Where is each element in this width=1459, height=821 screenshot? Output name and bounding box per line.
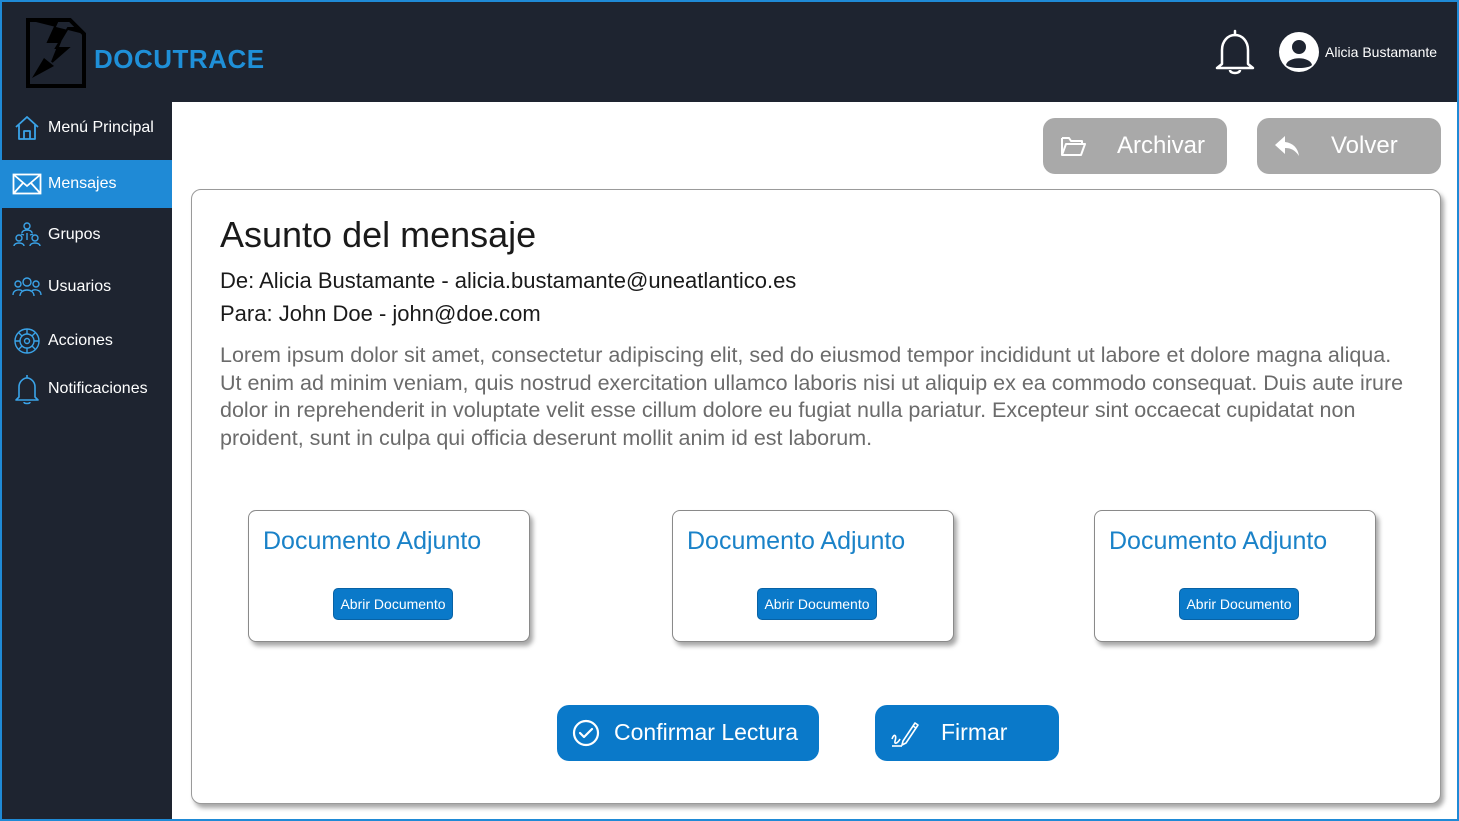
message-from: De: Alicia Bustamante - alicia.bustamant… <box>220 268 797 293</box>
attachment-card: Documento Adjunto Abrir Documento <box>672 510 954 642</box>
sidebar-item-label: Menú Principal <box>48 119 154 136</box>
signature-pen-icon <box>891 722 919 747</box>
archive-button[interactable]: Archivar <box>1043 118 1227 174</box>
docutrace-logo-icon <box>26 18 86 88</box>
sidebar-item-label: Mensajes <box>48 175 117 192</box>
bell-icon <box>12 374 42 405</box>
message-to: Para: John Doe - john@doe.com <box>220 301 541 326</box>
user-avatar-icon[interactable] <box>1278 31 1320 73</box>
sidebar: Menú Principal Mensajes Grupos Usuarios … <box>0 102 172 821</box>
actions-icon <box>12 326 42 356</box>
message-subject: Asunto del mensaje <box>220 214 537 255</box>
sidebar-item-label: Notificaciones <box>48 380 148 397</box>
users-icon <box>12 272 42 302</box>
notifications-bell-icon[interactable] <box>1214 28 1256 76</box>
attachment-card: Documento Adjunto Abrir Documento <box>1094 510 1376 642</box>
folder-open-icon <box>1061 137 1086 156</box>
home-icon <box>12 113 42 143</box>
attachment-title: Documento Adjunto <box>263 527 482 555</box>
open-document-button[interactable]: Abrir Documento <box>1179 588 1299 620</box>
sidebar-item-usuarios[interactable]: Usuarios <box>0 264 172 310</box>
sidebar-item-label: Usuarios <box>48 278 112 295</box>
back-label: Volver <box>1331 132 1398 159</box>
user-name[interactable]: Alicia Bustamante <box>1325 44 1437 60</box>
brand-name: DOCUTRACE <box>94 44 265 74</box>
sidebar-item-mensajes[interactable]: Mensajes <box>0 160 172 208</box>
sidebar-item-acciones[interactable]: Acciones <box>0 318 172 364</box>
sidebar-item-label: Acciones <box>48 332 113 349</box>
sign-label: Firmar <box>941 719 1008 745</box>
check-circle-icon <box>572 719 600 747</box>
confirm-reading-label: Confirmar Lectura <box>614 719 799 745</box>
sidebar-item-notificaciones[interactable]: Notificaciones <box>0 366 172 412</box>
sidebar-item-label: Grupos <box>48 226 101 243</box>
top-header: DOCUTRACE Alicia Bustamante <box>0 0 1459 102</box>
sign-button[interactable]: Firmar <box>875 705 1059 761</box>
envelope-icon <box>12 169 42 199</box>
message-body: Lorem ipsum dolor sit amet, consectetur … <box>220 343 1404 450</box>
open-document-button[interactable]: Abrir Documento <box>333 588 453 620</box>
archive-label: Archivar <box>1117 132 1206 159</box>
attachment-title: Documento Adjunto <box>1109 527 1328 555</box>
open-document-button[interactable]: Abrir Documento <box>757 588 877 620</box>
reply-arrow-icon <box>1275 136 1299 156</box>
back-button[interactable]: Volver <box>1257 118 1441 174</box>
attachment-card: Documento Adjunto Abrir Documento <box>248 510 530 642</box>
sidebar-item-grupos[interactable]: Grupos <box>0 212 172 258</box>
attachment-title: Documento Adjunto <box>687 527 906 555</box>
message-card: Asunto del mensaje De: Alicia Bustamante… <box>191 189 1441 804</box>
confirm-reading-button[interactable]: Confirmar Lectura <box>557 705 819 761</box>
groups-icon <box>12 220 42 250</box>
sidebar-item-menu-principal[interactable]: Menú Principal <box>0 102 172 154</box>
